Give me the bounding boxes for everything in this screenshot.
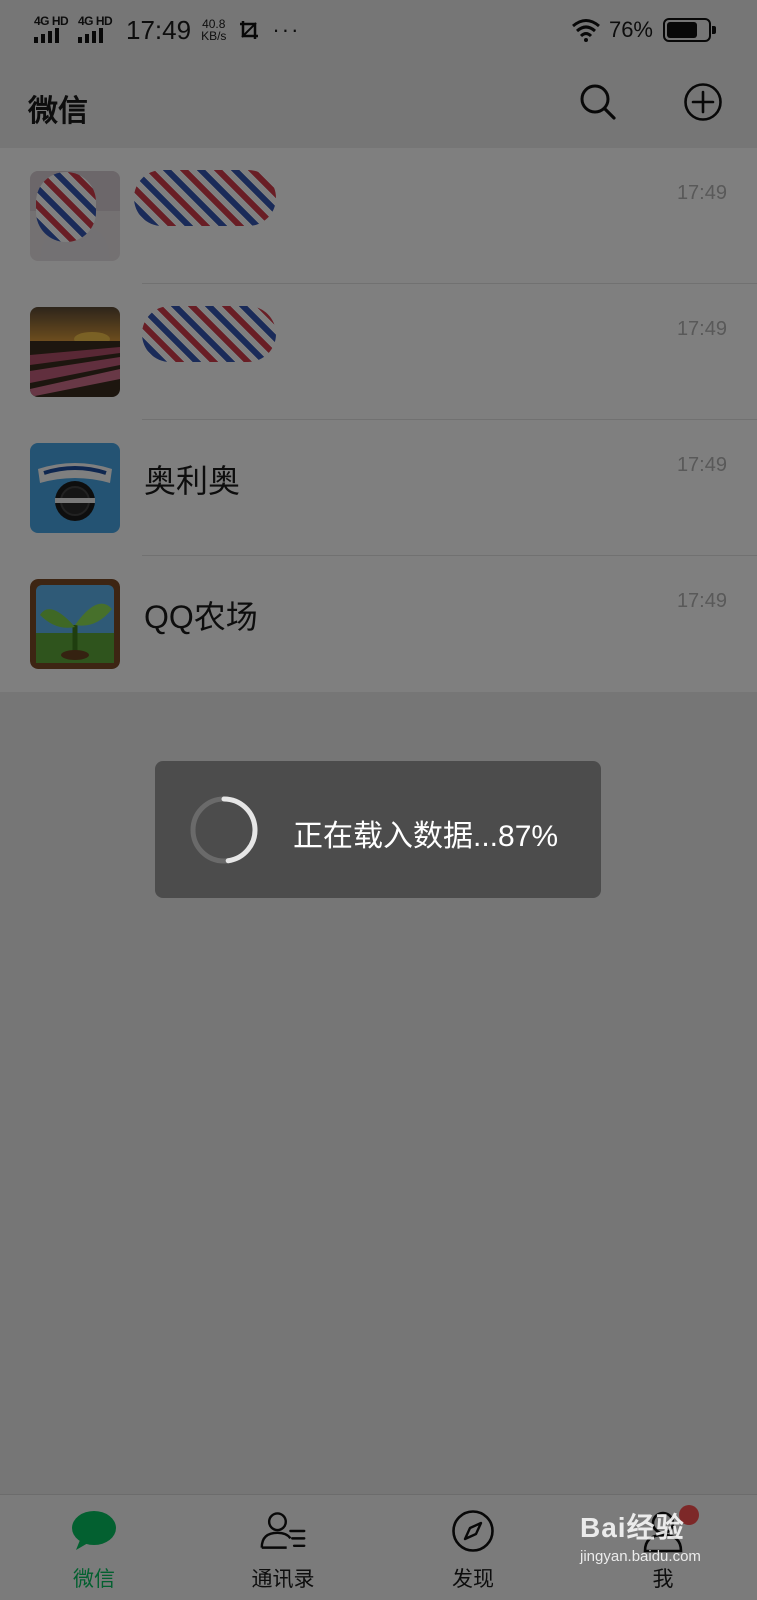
watermark-logo: Bai经验	[580, 1512, 685, 1543]
baidu-jingyan-watermark: Bai经验 jingyan.baidu.com	[580, 1506, 730, 1582]
loading-text: 正在载入数据...87%	[293, 820, 559, 853]
loading-toast: 正在载入数据...87%	[155, 761, 601, 898]
watermark-url: jingyan.baidu.com	[580, 1548, 701, 1565]
loading-spinner-icon	[190, 796, 258, 864]
